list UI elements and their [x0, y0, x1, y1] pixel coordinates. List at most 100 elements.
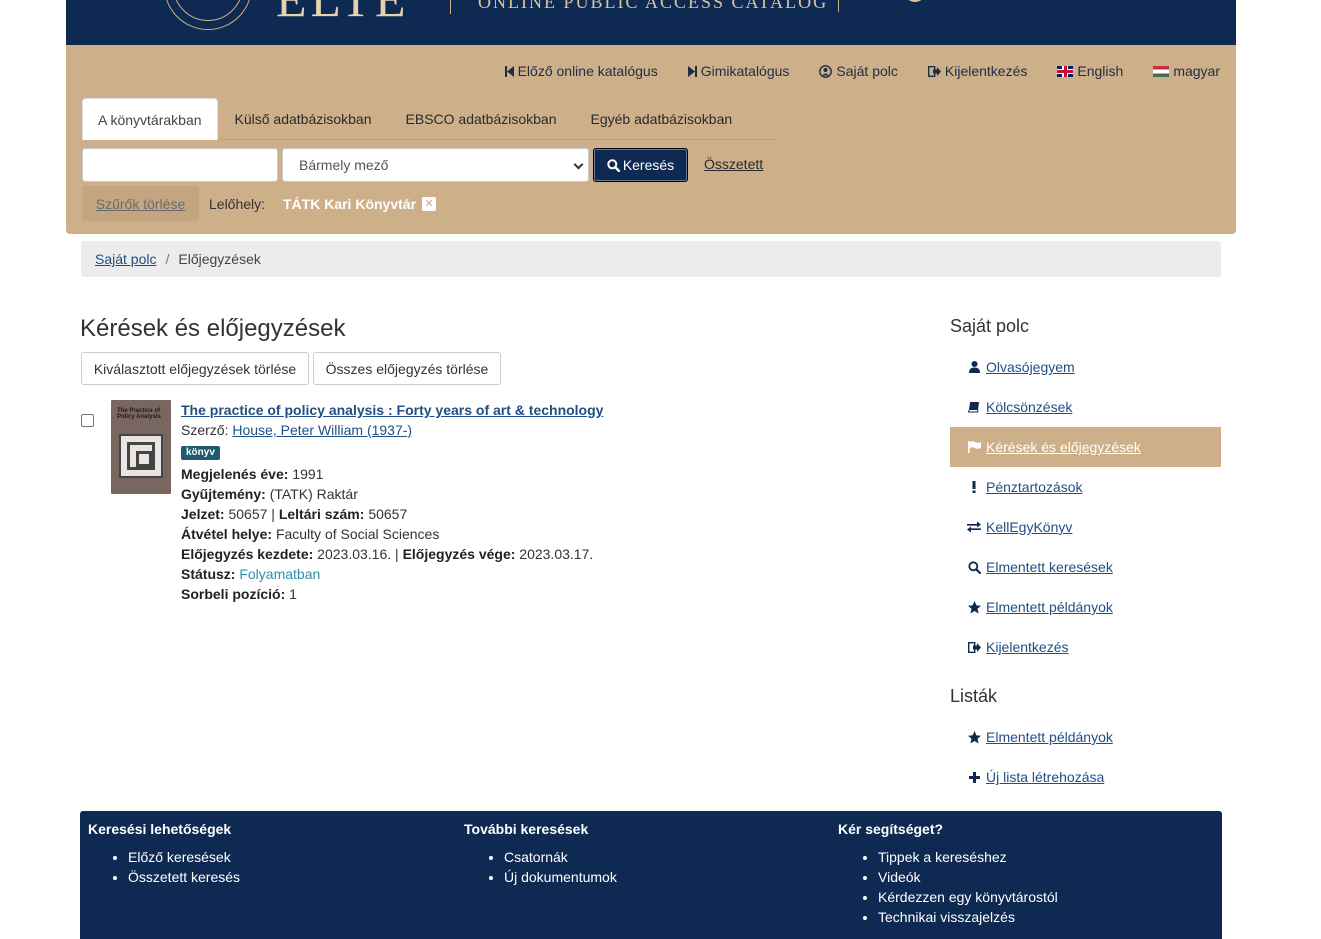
book-icon	[966, 401, 982, 413]
hold-dates-row: Előjegyzés kezdete: 2023.03.16. | Előjeg…	[181, 544, 603, 564]
nav-label: Kijelentkezés	[944, 63, 1028, 79]
footer-link-search-tips[interactable]: Tippek a kereséshez	[878, 847, 1058, 867]
tab-ebsco-databases[interactable]: EBSCO adatbázisokban	[389, 98, 574, 140]
pickup-row: Átvétel helye: Faculty of Social Science…	[181, 524, 603, 544]
pickup-value: Faculty of Social Sciences	[275, 526, 440, 542]
queue-label: Sorbeli pozíció:	[181, 586, 286, 602]
hold-start-value: 2023.03.16.	[317, 546, 392, 562]
tab-other-databases[interactable]: Egyéb adatbázisokban	[574, 98, 750, 140]
footer-heading: További keresések	[464, 821, 589, 837]
clear-filters-button[interactable]: Szűrők törlése	[82, 186, 199, 221]
maze-icon	[119, 434, 163, 478]
search-button[interactable]: Keresés	[593, 148, 688, 182]
book-cover[interactable]: The Practice of Policy Analysis	[111, 400, 171, 494]
sidebar-item-library-card[interactable]: Olvasójegyem	[950, 347, 1221, 387]
hold-end-value: 2023.03.17.	[519, 546, 594, 562]
list-item-label: Új lista létrehozása	[986, 769, 1105, 785]
nav-label: magyar	[1173, 63, 1220, 79]
hold-select-checkbox[interactable]	[81, 414, 94, 427]
lists-heading: Listák	[950, 686, 998, 706]
sidebar-heading: Saját polc	[950, 316, 1030, 336]
nav-my-shelf[interactable]: Saját polc	[819, 63, 898, 79]
footer-link-feedback[interactable]: Technikai visszajelzés	[878, 907, 1058, 927]
format-row: könyv	[181, 440, 603, 464]
star-icon	[966, 730, 982, 744]
footer-link-advanced-search[interactable]: Összetett keresés	[128, 867, 240, 887]
flag-icon	[966, 441, 982, 453]
year-row: Megjelenés éve: 1991	[181, 464, 603, 484]
sidebar-item-label: Elmentett keresések	[986, 559, 1113, 575]
sidebar-item-label: Kölcsönzések	[986, 399, 1073, 415]
list-item-create-new[interactable]: Új lista létrehozása	[950, 757, 1221, 797]
search-input[interactable]	[82, 148, 278, 182]
sidebar-item-saved-searches[interactable]: Elmentett keresések	[950, 547, 1221, 587]
advanced-search-link[interactable]: Összetett	[704, 156, 763, 172]
inventory-value: 50657	[368, 506, 408, 522]
nav-logout[interactable]: Kijelentkezés	[927, 63, 1028, 79]
record-title-link[interactable]: The practice of policy analysis : Forty …	[181, 400, 603, 420]
sign-out-icon	[966, 641, 982, 653]
list-item-saved-items[interactable]: Elmentett példányok	[950, 717, 1221, 757]
author-row: Szerző: House, Peter William (1937-)	[181, 420, 603, 440]
footer-link-label: Tippek a kereséshez	[878, 849, 1007, 865]
footer-link-videos[interactable]: Videók	[878, 867, 1058, 887]
university-seal-icon	[164, 0, 252, 30]
logo-mark-icon	[904, 0, 926, 2]
nav-label: Előző online katalógus	[517, 63, 658, 79]
delete-selected-button[interactable]: Kiválasztott előjegyzések törlése	[81, 352, 309, 385]
filter-value: TÁTK Kari Könyvtár	[283, 196, 417, 212]
sidebar-item-logout[interactable]: Kijelentkezés	[950, 627, 1221, 667]
collection-value: (TATK) Raktár	[269, 486, 358, 502]
breadcrumb-my-shelf[interactable]: Saját polc	[95, 251, 156, 267]
flag-hu-icon	[1153, 65, 1170, 77]
banner-subtitle: ONLINE PUBLIC ACCESS CATALOG	[478, 0, 829, 12]
user-circle-icon	[819, 64, 833, 78]
sidebar-item-label: Pénztartozások	[986, 479, 1083, 495]
hold-details: The practice of policy analysis : Forty …	[181, 400, 603, 604]
remove-filter-icon[interactable]: ✕	[422, 197, 436, 211]
footer-link-label: Előző keresések	[128, 849, 231, 865]
sidebar-item-fines[interactable]: Pénztartozások	[950, 467, 1221, 507]
footer-link-label: Videók	[878, 869, 921, 885]
nav-english[interactable]: English	[1057, 63, 1123, 79]
year-value: 1991	[292, 466, 324, 482]
header-banner: ELTE ONLINE PUBLIC ACCESS CATALOG	[66, 0, 1236, 45]
flag-uk-icon	[1057, 65, 1074, 77]
collection-label: Gyűjtemény:	[181, 486, 266, 502]
footer-link-label: Összetett keresés	[128, 869, 241, 885]
search-button-label: Keresés	[622, 157, 675, 173]
breadcrumb-separator: /	[165, 251, 170, 267]
nav-previous-catalog[interactable]: Előző online katalógus	[504, 63, 658, 79]
nav-gimi-catalog[interactable]: Gimikatalógus	[687, 63, 790, 79]
sidebar-item-label: KellEgyKönyv	[986, 519, 1073, 535]
search-field-select[interactable]: Bármely mező	[282, 148, 589, 182]
sidebar-item-kellegykonyv[interactable]: KellEgyKönyv	[950, 507, 1221, 547]
tab-external-databases[interactable]: Külső adatbázisokban	[218, 98, 389, 140]
status-value: Folyamatban	[239, 566, 321, 582]
footer-link-ask-librarian[interactable]: Kérdezzen egy könyvtárostól	[878, 887, 1058, 907]
hold-start-label: Előjegyzés kezdete:	[181, 546, 314, 562]
nav-hungarian[interactable]: magyar	[1153, 63, 1220, 79]
sidebar-item-loans[interactable]: Kölcsönzések	[950, 387, 1221, 427]
list-item-label: Elmentett példányok	[986, 729, 1113, 745]
footer-link-previous-searches[interactable]: Előző keresések	[128, 847, 240, 867]
nav-label: English	[1077, 63, 1124, 79]
nav-label: Gimikatalógus	[700, 63, 790, 79]
sidebar-item-saved-items[interactable]: Elmentett példányok	[950, 587, 1221, 627]
footer-link-channels[interactable]: Csatornák	[504, 847, 617, 867]
nav-label: Saját polc	[836, 63, 898, 79]
sign-out-icon	[927, 65, 941, 77]
author-link[interactable]: House, Peter William (1937-)	[232, 422, 412, 438]
callno-row: Jelzet: 50657 | Leltári szám: 50657	[181, 504, 603, 524]
delete-all-button[interactable]: Összes előjegyzés törlése	[313, 352, 501, 385]
sidebar-item-holds[interactable]: Kérések és előjegyzések	[950, 427, 1221, 467]
queue-row: Sorbeli pozíció: 1	[181, 584, 603, 604]
skip-forward-icon	[687, 65, 697, 77]
footer-link-new-items[interactable]: Új dokumentumok	[504, 867, 617, 887]
exchange-icon	[966, 521, 982, 533]
footer-link-label: Kérdezzen egy könyvtárostól	[878, 889, 1058, 905]
tab-libraries[interactable]: A könyvtárakban	[82, 98, 218, 140]
pipe-separator: |	[395, 546, 399, 562]
logo-text[interactable]: ELTE	[276, 0, 410, 28]
footer-column-search-options: Keresési lehetőségek Előző keresések Öss…	[88, 821, 240, 887]
